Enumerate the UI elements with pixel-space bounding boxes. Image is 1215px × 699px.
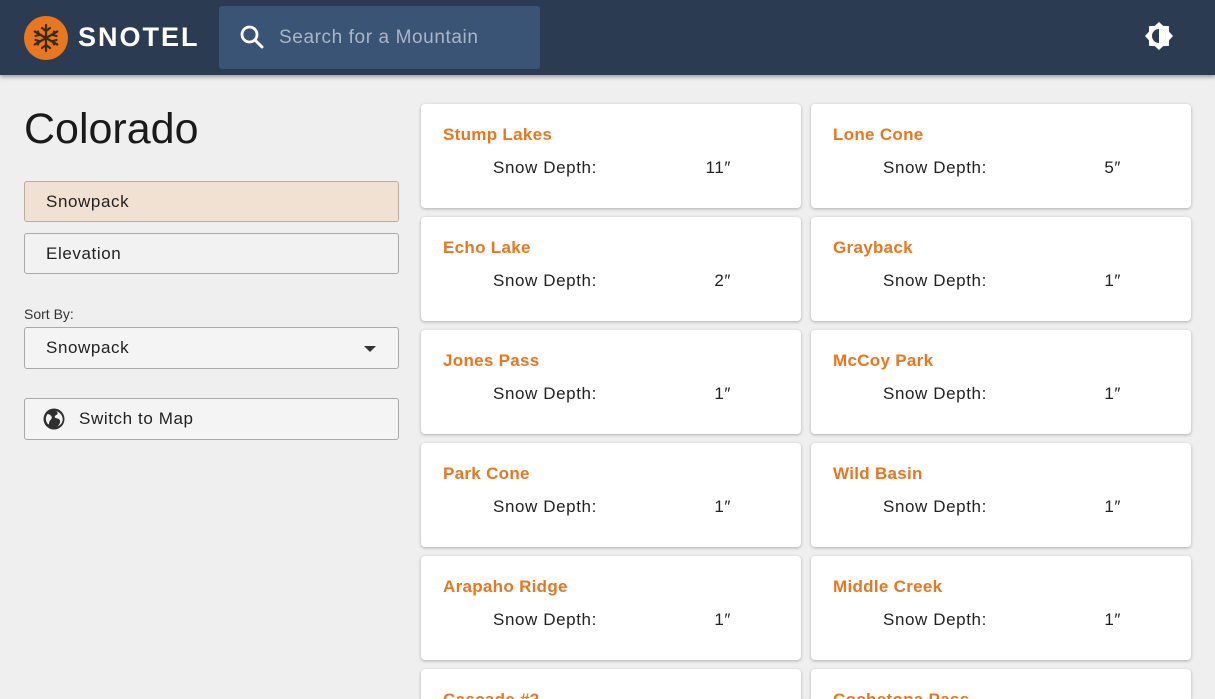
snow-depth-value: 1″ bbox=[714, 384, 731, 403]
station-name: Echo Lake bbox=[443, 238, 531, 257]
snow-depth-label: Snow Depth: bbox=[883, 158, 987, 177]
snowflake-logo-icon[interactable] bbox=[24, 16, 68, 60]
station-name: McCoy Park bbox=[833, 351, 934, 370]
sort-by-select[interactable]: Snowpack bbox=[24, 327, 399, 369]
station-name: Park Cone bbox=[443, 464, 530, 483]
sort-by-value: Snowpack bbox=[46, 338, 130, 357]
snow-depth-value: 2″ bbox=[714, 271, 731, 290]
station-card[interactable]: Stump Lakes Snow Depth: 11″ bbox=[421, 104, 801, 208]
snow-depth-label: Snow Depth: bbox=[493, 610, 597, 629]
page-title: Colorado bbox=[24, 105, 199, 153]
snow-depth-label: Snow Depth: bbox=[883, 384, 987, 403]
station-card[interactable]: McCoy Park Snow Depth: 1″ bbox=[811, 330, 1191, 434]
station-name: Wild Basin bbox=[833, 464, 923, 483]
station-name: Grayback bbox=[833, 238, 913, 257]
station-card[interactable]: Echo Lake Snow Depth: 2″ bbox=[421, 217, 801, 321]
view-toggle-snowpack[interactable]: Snowpack bbox=[24, 181, 399, 222]
snow-depth-value: 1″ bbox=[1104, 497, 1121, 516]
dropdown-caret-icon bbox=[364, 346, 376, 352]
snow-depth-value: 1″ bbox=[1104, 610, 1121, 629]
station-card[interactable]: Grayback Snow Depth: 1″ bbox=[811, 217, 1191, 321]
search-icon bbox=[239, 24, 265, 50]
station-card[interactable]: Cochetopa Pass bbox=[811, 669, 1191, 699]
station-name: Jones Pass bbox=[443, 351, 540, 370]
search-input[interactable] bbox=[279, 6, 529, 69]
view-toggle-elevation[interactable]: Elevation bbox=[24, 233, 399, 274]
station-name: Stump Lakes bbox=[443, 125, 553, 144]
station-card[interactable]: Jones Pass Snow Depth: 1″ bbox=[421, 330, 801, 434]
station-name: Arapaho Ridge bbox=[443, 577, 568, 596]
snow-depth-value: 1″ bbox=[714, 497, 731, 516]
globe-icon bbox=[41, 406, 67, 432]
station-card[interactable]: Cascade #2 bbox=[421, 669, 801, 699]
switch-to-map-button[interactable]: Switch to Map bbox=[24, 398, 399, 440]
snow-depth-label: Snow Depth: bbox=[493, 271, 597, 290]
station-name: Cochetopa Pass bbox=[833, 690, 969, 699]
snow-depth-value: 1″ bbox=[714, 610, 731, 629]
station-card[interactable]: Wild Basin Snow Depth: 1″ bbox=[811, 443, 1191, 547]
snow-depth-label: Snow Depth: bbox=[883, 497, 987, 516]
snow-depth-label: Snow Depth: bbox=[493, 158, 597, 177]
sort-by-label: Sort By: bbox=[24, 306, 74, 322]
snow-depth-label: Snow Depth: bbox=[493, 384, 597, 403]
station-name: Lone Cone bbox=[833, 125, 924, 144]
station-name: Cascade #2 bbox=[443, 690, 540, 699]
snow-depth-value: 5″ bbox=[1104, 158, 1121, 177]
brightness-toggle-icon bbox=[1143, 20, 1175, 57]
snow-depth-value: 1″ bbox=[1104, 271, 1121, 290]
snow-depth-label: Snow Depth: bbox=[493, 497, 597, 516]
switch-to-map-label: Switch to Map bbox=[79, 409, 194, 428]
snow-depth-value: 11″ bbox=[705, 158, 731, 177]
search-box[interactable] bbox=[219, 6, 540, 69]
snow-depth-label: Snow Depth: bbox=[883, 271, 987, 290]
station-card[interactable]: Middle Creek Snow Depth: 1″ bbox=[811, 556, 1191, 660]
snow-depth-value: 1″ bbox=[1104, 384, 1121, 403]
brightness-toggle-button[interactable] bbox=[1142, 20, 1176, 57]
station-card[interactable]: Lone Cone Snow Depth: 5″ bbox=[811, 104, 1191, 208]
app-header: SNOTEL bbox=[0, 0, 1215, 75]
brand-title[interactable]: SNOTEL bbox=[78, 20, 200, 54]
snow-depth-label: Snow Depth: bbox=[883, 610, 987, 629]
station-name: Middle Creek bbox=[833, 577, 943, 596]
station-card[interactable]: Arapaho Ridge Snow Depth: 1″ bbox=[421, 556, 801, 660]
station-card[interactable]: Park Cone Snow Depth: 1″ bbox=[421, 443, 801, 547]
